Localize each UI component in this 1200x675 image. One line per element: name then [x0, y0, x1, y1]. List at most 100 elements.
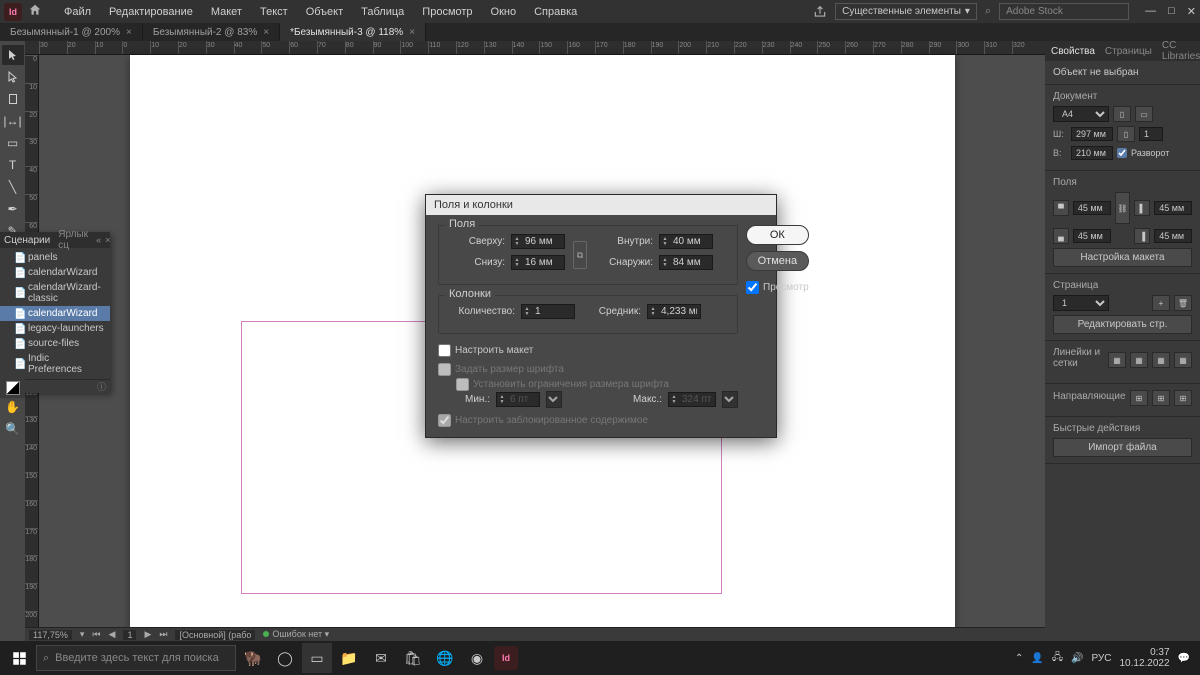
home-icon[interactable]	[28, 3, 46, 21]
adjust-layout-button[interactable]: Настройка макета	[1053, 248, 1192, 267]
margin-bottom-field[interactable]: 45 мм	[1073, 229, 1111, 243]
doc-tab-1[interactable]: Безымянный-1 @ 200%×	[0, 23, 143, 41]
start-button[interactable]	[4, 643, 34, 673]
pages-field[interactable]: 1	[1139, 127, 1163, 141]
guide-btn-3[interactable]: ⊞	[1174, 390, 1192, 406]
gap-tool[interactable]: |↔|	[2, 111, 24, 131]
menu-table[interactable]: Таблица	[353, 3, 412, 21]
cancel-button[interactable]: Отмена	[746, 251, 809, 271]
adjust-layout-checkbox[interactable]	[438, 344, 451, 357]
hand-tool[interactable]: ✋	[2, 397, 24, 417]
menu-text[interactable]: Текст	[252, 3, 296, 21]
taskbar-search[interactable]: ⌕Введите здесь текст для поиска	[36, 645, 236, 671]
edit-masters-button[interactable]: Редактировать стр.	[1053, 315, 1192, 334]
indesign-taskbar-icon[interactable]: Id	[494, 646, 518, 670]
type-tool[interactable]: T	[2, 155, 24, 175]
bottom-spinner[interactable]: ▲▼	[511, 255, 565, 270]
master-field[interactable]: [Основной] (рабо	[175, 630, 255, 640]
first-page-icon[interactable]: ⏮	[92, 629, 100, 640]
count-spinner[interactable]: ▲▼	[521, 304, 575, 319]
next-page-icon[interactable]: ▶	[144, 629, 151, 640]
tray-people-icon[interactable]: 👤	[1031, 653, 1043, 664]
script-item[interactable]: 📄calendarWizard	[0, 265, 110, 280]
tray-network-icon[interactable]: 🖧	[1052, 650, 1063, 667]
ruler-btn-1[interactable]: ▦	[1108, 352, 1126, 368]
height-field[interactable]: 210 мм	[1071, 146, 1113, 160]
guide-btn-1[interactable]: ⊞	[1130, 390, 1148, 406]
import-file-button[interactable]: Импорт файла	[1053, 438, 1192, 457]
gutter-spinner[interactable]: ▲▼	[647, 304, 701, 319]
script-label-tab[interactable]: Ярлык сц	[58, 229, 88, 251]
doc-tab-2[interactable]: Безымянный-2 @ 83%×	[143, 23, 280, 41]
orientation-landscape[interactable]: ▭	[1135, 106, 1153, 122]
close-icon[interactable]: ×	[126, 27, 132, 38]
margin-top-field[interactable]: 45 мм	[1073, 201, 1111, 215]
tray-volume-icon[interactable]: 🔊	[1071, 653, 1083, 664]
taskbar-app-1[interactable]: 🦬	[238, 643, 268, 673]
menu-file[interactable]: Файл	[56, 3, 99, 21]
menu-edit[interactable]: Редактирование	[101, 3, 201, 21]
zoom-field[interactable]: 117,75%	[29, 630, 72, 640]
ruler-btn-2[interactable]: ▦	[1130, 352, 1148, 368]
mail-icon[interactable]: ✉	[366, 643, 396, 673]
notification-icon[interactable]: 💬	[1178, 653, 1190, 664]
menu-help[interactable]: Справка	[526, 3, 585, 21]
prev-page-icon[interactable]: ◀	[109, 629, 116, 640]
doc-tab-3[interactable]: *Безымянный-3 @ 118%×	[280, 23, 426, 41]
fill-stroke-swatch[interactable]	[6, 381, 20, 395]
preview-checkbox[interactable]	[746, 281, 759, 294]
selection-tool[interactable]	[2, 45, 24, 65]
script-item[interactable]: 📄legacy-launchers	[0, 321, 110, 336]
orientation-portrait[interactable]: ▯	[1113, 106, 1131, 122]
menu-layout[interactable]: Макет	[203, 3, 250, 21]
pen-tool[interactable]: ✒	[2, 199, 24, 219]
zoom-tool[interactable]: 🔍	[2, 419, 24, 439]
direct-selection-tool[interactable]	[2, 67, 24, 87]
margin-left-field[interactable]: 45 мм	[1154, 201, 1192, 215]
script-item[interactable]: 📄source-files	[0, 336, 110, 351]
script-item[interactable]: 📄panels	[0, 250, 110, 265]
outside-spinner[interactable]: ▲▼	[659, 255, 713, 270]
menu-view[interactable]: Просмотр	[414, 3, 480, 21]
script-item[interactable]: 📄calendarWizard	[0, 306, 110, 321]
top-spinner[interactable]: ▲▼	[511, 234, 565, 249]
close-icon[interactable]: ✕	[1187, 5, 1196, 18]
panel-info-icon[interactable]: ⓘ	[97, 380, 106, 393]
ok-button[interactable]: ОК	[746, 225, 809, 245]
delete-page-icon[interactable]: 🗑	[1174, 295, 1192, 311]
ruler-btn-4[interactable]: ▦	[1174, 352, 1192, 368]
menu-object[interactable]: Объект	[298, 3, 351, 21]
page-tool[interactable]	[2, 89, 24, 109]
panel-collapse-icon[interactable]: «	[96, 235, 101, 245]
taskbar-app-2[interactable]: ▭	[302, 643, 332, 673]
close-icon[interactable]: ×	[409, 27, 415, 38]
guide-btn-2[interactable]: ⊞	[1152, 390, 1170, 406]
last-page-icon[interactable]: ⏭	[159, 629, 167, 640]
script-item[interactable]: 📄Indic Preferences	[0, 351, 110, 377]
tab-pages[interactable]: Страницы	[1105, 46, 1152, 57]
width-field[interactable]: 297 мм	[1071, 127, 1113, 141]
store-icon[interactable]: 🛍	[398, 643, 428, 673]
line-tool[interactable]: ╲	[2, 177, 24, 197]
ruler-btn-3[interactable]: ▦	[1152, 352, 1170, 368]
page-select[interactable]: 1	[1053, 295, 1109, 311]
tab-properties[interactable]: Свойства	[1051, 46, 1095, 57]
maximize-icon[interactable]: □	[1168, 5, 1175, 18]
taskview-icon[interactable]: ◯	[270, 643, 300, 673]
stock-search[interactable]: Adobe Stock	[999, 3, 1129, 20]
color-swatch-panel[interactable]	[0, 378, 25, 398]
page-field[interactable]: 1	[123, 630, 136, 640]
content-collector-tool[interactable]: ▭	[2, 133, 24, 153]
workspace-dropdown[interactable]: Существенные элементы▾	[835, 3, 977, 20]
facing-pages-checkbox[interactable]	[1117, 148, 1127, 158]
panel-close-icon[interactable]: ×	[105, 235, 110, 245]
scripts-tab[interactable]: Сценарии	[4, 235, 50, 246]
page-size-select[interactable]: A4	[1053, 106, 1109, 122]
close-icon[interactable]: ×	[263, 27, 269, 38]
minimize-icon[interactable]: —	[1145, 5, 1156, 18]
inside-spinner[interactable]: ▲▼	[659, 234, 713, 249]
chrome-icon[interactable]: ◉	[462, 643, 492, 673]
tray-lang[interactable]: РУС	[1091, 653, 1111, 664]
search-stock-icon[interactable]: ⌕	[985, 5, 991, 18]
preflight-status[interactable]: Ошибок нет	[272, 629, 322, 639]
